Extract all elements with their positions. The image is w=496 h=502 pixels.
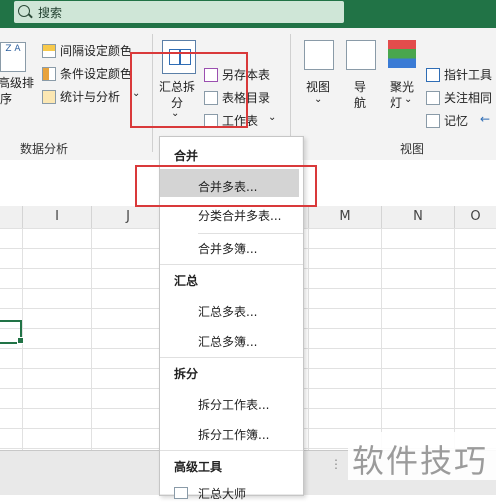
- pointer-tool-label: 指针工具: [444, 68, 493, 82]
- chevron-down-icon: ⌄: [404, 94, 413, 105]
- stats-analysis-label: 统计与分析: [60, 90, 121, 104]
- focus-same-button[interactable]: 关注相同: [426, 89, 496, 107]
- view-button[interactable]: 视图 ⌄: [302, 36, 338, 126]
- search-label: 搜索: [38, 6, 63, 20]
- annotation-box-menu-item: [135, 165, 317, 207]
- pointer-tool-button[interactable]: 指针工具: [426, 66, 496, 84]
- navigation-icon: [346, 40, 376, 70]
- group-label-view: 视图: [400, 142, 425, 156]
- spotlight-button[interactable]: 聚光 灯 ⌄: [386, 36, 422, 126]
- pointer-icon: [426, 68, 440, 82]
- annotation-box-ribbon: [130, 52, 248, 128]
- view-grid-icon: [304, 40, 334, 70]
- memory-button[interactable]: 记忆 ←: [426, 112, 496, 130]
- focus-icon: [426, 91, 440, 105]
- column-header-h[interactable]: [0, 206, 23, 228]
- advanced-sort-label-b[interactable]: 序: [0, 90, 12, 107]
- arrow-left-icon[interactable]: ←: [480, 112, 490, 126]
- fill-handle[interactable]: [17, 337, 24, 344]
- chevron-down-icon: ⌄: [314, 94, 323, 105]
- watermark-text: 软件技巧: [352, 442, 489, 480]
- grid-line: [91, 228, 92, 450]
- grid-line: [454, 228, 455, 450]
- column-header-o[interactable]: O: [455, 206, 496, 228]
- sort-icon: Z A: [0, 42, 26, 72]
- title-bar: 搜索: [0, 0, 496, 28]
- interval-color-label: 间隔设定颜色: [60, 44, 133, 58]
- spotlight-label-b: 灯: [390, 96, 403, 110]
- chevron-down-icon: ⌄: [268, 112, 277, 123]
- menu-bg-bottom: [159, 197, 304, 494]
- navigation-button[interactable]: 导 航: [344, 36, 380, 126]
- conditional-color-icon: [42, 67, 56, 81]
- grid-line: [308, 228, 309, 450]
- spotlight-label-a: 聚光: [390, 80, 415, 94]
- group-label-data-analysis: 数据分析: [20, 142, 69, 156]
- column-header-j[interactable]: J: [92, 206, 165, 228]
- navigation-label-a: 导: [354, 80, 367, 94]
- stats-icon: [42, 90, 56, 104]
- column-header-i[interactable]: I: [23, 206, 92, 228]
- memory-icon: [426, 114, 440, 128]
- conditional-color-label: 条件设定颜色: [60, 67, 133, 81]
- grid-line: [381, 228, 382, 450]
- column-header-n[interactable]: N: [382, 206, 455, 228]
- advanced-sort-label-a[interactable]: 高级排: [0, 74, 34, 91]
- navigation-label-b: 航: [354, 96, 367, 110]
- focus-same-label: 关注相同: [444, 91, 493, 105]
- search-box[interactable]: 搜索: [14, 1, 344, 23]
- search-icon: [18, 5, 30, 17]
- column-header-m[interactable]: M: [309, 206, 382, 228]
- more-icon[interactable]: ⋮: [330, 457, 342, 471]
- interval-color-icon: [42, 44, 56, 58]
- memory-label: 记忆: [444, 114, 469, 128]
- spotlight-icon: [388, 40, 416, 68]
- ribbon-separator: [290, 34, 291, 152]
- view-label: 视图: [306, 80, 331, 94]
